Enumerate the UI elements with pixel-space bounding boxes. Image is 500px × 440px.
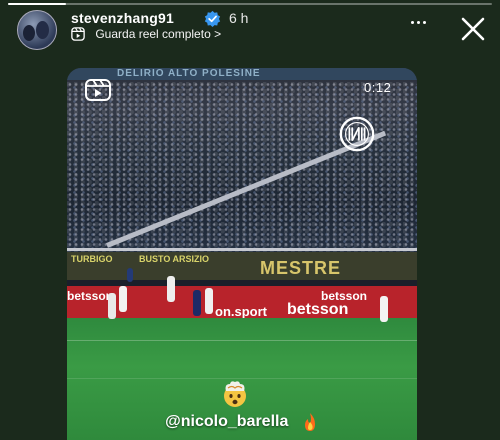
ad-betsson-left: betsson (67, 289, 114, 303)
ad-mestre: MESTRE (260, 258, 342, 278)
story-header: stevenzhang91 6 h Guarda reel completo > (0, 0, 500, 50)
reel-video-preview[interactable]: DELIRIO ALTO POLESINE TURBIGO BUSTO ARSI… (67, 68, 417, 440)
player-blue (193, 290, 201, 316)
avatar[interactable] (17, 10, 57, 50)
ad-on-sport: on.sport (215, 304, 267, 319)
close-icon[interactable] (458, 14, 488, 44)
crowd-texture (67, 82, 417, 252)
reel-icon (71, 27, 85, 41)
ad-busto-arsizio: BUSTO ARSIZIO (139, 254, 210, 264)
username[interactable]: stevenzhang91 (71, 10, 174, 26)
video-timer: 0:12 (364, 80, 392, 95)
player-white (108, 293, 116, 319)
view-full-reel-label: Guarda reel completo > (95, 26, 222, 41)
player-white (380, 296, 388, 322)
more-dots-icon (411, 21, 414, 24)
stadium-top-banner: DELIRIO ALTO POLESINE (67, 68, 417, 80)
reel-icon (85, 79, 111, 101)
stand-edge (67, 248, 417, 251)
more-options-button[interactable] (411, 14, 427, 30)
player-blue (127, 268, 133, 282)
ad-turbigo: TURBIGO (71, 254, 113, 264)
view-full-reel-link[interactable]: Guarda reel completo > (71, 26, 221, 42)
ad-betsson-right: betsson (287, 301, 349, 318)
fire-icon (304, 413, 315, 431)
exploding-head-emoji (224, 381, 246, 407)
player-white (205, 288, 213, 314)
post-time: 6 h (229, 10, 249, 26)
ad-board-upper (67, 252, 417, 280)
verified-badge-icon (204, 10, 221, 27)
player-white (119, 286, 127, 312)
mention-text: @nicolo_barella (165, 413, 289, 430)
player-white (167, 276, 175, 302)
inter-logo-icon (339, 116, 375, 152)
mention-sticker[interactable]: @nicolo_barella (67, 412, 417, 436)
